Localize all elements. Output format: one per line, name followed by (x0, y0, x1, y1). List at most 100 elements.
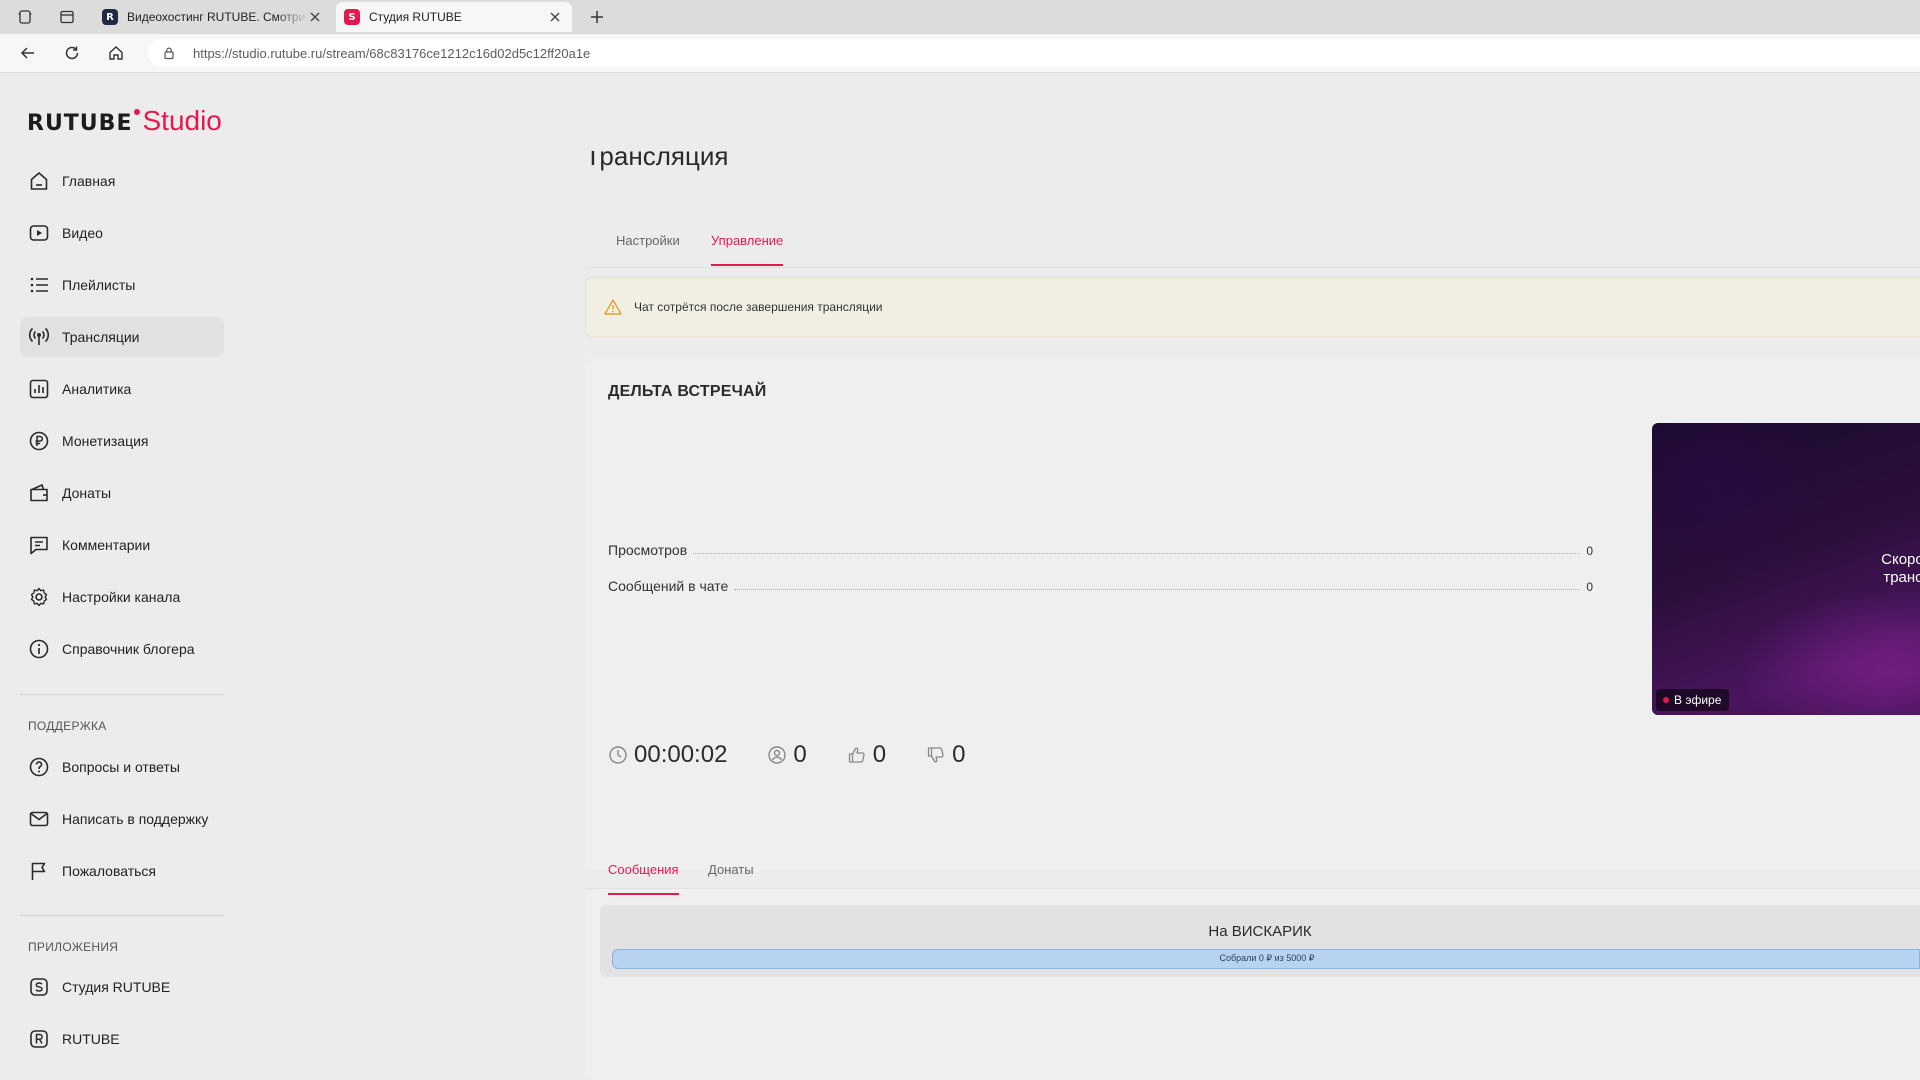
url-field[interactable]: https://studio.rutube.ru/stream/68c83176… (148, 39, 1920, 67)
likes-value: 0 (872, 741, 887, 768)
duration-counter: 00:00:02 (608, 741, 727, 769)
live-dot-icon (1663, 697, 1669, 703)
viewers-icon (768, 746, 787, 764)
goal-progress-bar: Собрали 0 ₽ из 5000 ₽ (612, 949, 1920, 969)
studio-app-icon (30, 978, 48, 996)
sidebar-item-channel-settings[interactable]: Настройки канала (20, 577, 224, 617)
sidebar-item-monetization[interactable]: Монетизация (20, 421, 224, 461)
duration-value: 00:00:02 (634, 741, 728, 768)
live-badge: В эфире (1656, 689, 1730, 711)
flag-icon (31, 862, 46, 880)
sidebar-section-support: ПОДДЕРЖКА (28, 719, 107, 733)
tab-title: Студия RUTUBE (369, 10, 462, 24)
lock-icon[interactable] (162, 46, 176, 60)
close-tab-icon[interactable] (548, 10, 562, 24)
chat-warning-banner: Чат сотрётся после завершения трансляции (585, 277, 1920, 337)
stream-counters: 00:00:02 0 0 0 (608, 740, 1006, 770)
sidebar-item-label: Главная (62, 173, 116, 189)
sidebar-item-broadcasts[interactable]: Трансляции (20, 317, 224, 357)
tab-title: Видеохостинг RUTUBE. Смотрите (127, 10, 308, 24)
sidebar-item-video[interactable]: Видео (20, 213, 224, 253)
sidebar-item-blogger-guide[interactable]: Справочник блогера (20, 629, 224, 669)
sidebar-item-label: Видео (62, 225, 103, 241)
sidebar-divider (20, 915, 224, 916)
stat-label: Сообщений в чате (608, 578, 729, 594)
sidebar-item-label: Комментарии (62, 537, 151, 553)
mail-icon (29, 811, 49, 827)
tab-settings[interactable]: Настройки (616, 233, 680, 264)
reload-icon[interactable] (63, 44, 81, 62)
sidebar-item-home[interactable]: Главная (20, 161, 224, 201)
stream-name: ДЕЛЬТА ВСТРЕЧАЙ (608, 383, 767, 400)
sidebar-item-label: Монетизация (62, 433, 149, 449)
sidebar-item-label: Плейлисты (62, 277, 136, 293)
home-browser-icon[interactable] (107, 44, 125, 62)
likes-counter: 0 (847, 741, 886, 769)
sidebar-item-label: Написать в поддержку (62, 811, 209, 827)
dislike-icon (927, 747, 944, 763)
preview-soon-text: Скоро здесь трансляция (1844, 551, 1920, 587)
logo-dot (134, 109, 141, 115)
sidebar-item-label: Студия RUTUBE (62, 979, 171, 995)
sidebar-item-label: Трансляции (62, 329, 140, 345)
comment-icon (30, 536, 48, 555)
browser-tab-rutube[interactable]: R Видеохостинг RUTUBE. Смотрите (94, 2, 332, 32)
goal-title: На ВИСКАРИК (1208, 923, 1312, 940)
close-tab-icon[interactable] (308, 10, 322, 24)
sidebar-item-studio-app[interactable]: Студия RUTUBE (20, 967, 224, 1007)
sidebar-item-label: Пожаловаться (62, 863, 157, 879)
sidebar-item-donations[interactable]: Донаты (20, 473, 224, 513)
sidebar-item-analytics[interactable]: Аналитика (20, 369, 224, 409)
sidebar-item-label: Настройки канала (62, 589, 181, 605)
goal-progress-text: Собрали 0 ₽ из 5000 ₽ (1219, 953, 1315, 963)
warning-text: Чат сотрётся после завершения трансляции (634, 300, 883, 314)
studio-app: RUTUBE Studio Главная Видео Плейлисты Тр… (0, 73, 1920, 1080)
tab-actions-icon[interactable] (59, 9, 75, 25)
sidebar-item-label: Донаты (62, 485, 112, 501)
list-icon (30, 277, 48, 293)
tabs-underline (585, 267, 1920, 268)
sidebar-item-faq[interactable]: Вопросы и ответы (20, 747, 224, 787)
browser-tab-studio[interactable]: S Студия RUTUBE (336, 2, 572, 32)
donation-goal: На ВИСКАРИК Собрали 0 ₽ из 5000 ₽ (600, 905, 1920, 977)
tab-management[interactable]: Управление (711, 233, 784, 266)
chat-tabs-underline (585, 888, 1920, 889)
sidebar-item-contact-support[interactable]: Написать в поддержку (20, 799, 224, 839)
sidebar-item-playlists[interactable]: Плейлисты (20, 265, 224, 305)
back-icon[interactable] (19, 44, 37, 62)
dislikes-value: 0 (952, 741, 966, 768)
sidebar-item-rutube-app[interactable]: RUTUBE (20, 1019, 224, 1059)
stat-chat-messages: Сообщений в чате 0 (608, 574, 1593, 594)
ruble-icon (29, 431, 49, 451)
preview-text-line2: трансляция (1883, 569, 1920, 586)
sidebar-item-label: Вопросы и ответы (62, 759, 180, 775)
chart-icon (29, 379, 49, 399)
like-icon (848, 747, 865, 763)
stream-preview[interactable]: Скоро здесь трансляция В эфире (1652, 423, 1920, 715)
question-icon (29, 757, 49, 777)
info-icon (29, 639, 49, 659)
viewers-value: 0 (793, 741, 807, 768)
video-icon (29, 225, 49, 241)
tab-messages[interactable]: Сообщения (608, 862, 679, 895)
sidebar-item-comments[interactable]: Комментарии (20, 525, 224, 565)
workspaces-icon[interactable] (17, 9, 33, 25)
sidebar-item-label: Справочник блогера (62, 641, 195, 657)
stat-value: 0 (1586, 580, 1593, 594)
sidebar-divider (20, 694, 224, 695)
url-text: https://studio.rutube.ru/stream/68c83176… (193, 46, 591, 61)
new-tab-icon[interactable] (588, 8, 606, 26)
rutube-studio-logo[interactable]: RUTUBE Studio (27, 105, 222, 137)
rutube-app-icon (30, 1030, 48, 1048)
broadcast-icon (28, 327, 50, 345)
stat-label: Просмотров (608, 542, 688, 558)
sidebar-item-report[interactable]: Пожаловаться (20, 851, 224, 891)
sidebar-section-apps: ПРИЛОЖЕНИЯ (28, 940, 119, 954)
stat-dots (734, 589, 1581, 590)
home-icon (30, 172, 48, 190)
rutube-favicon-icon: R (102, 9, 118, 25)
studio-favicon-icon: S (344, 9, 360, 25)
stat-dots (693, 553, 1581, 554)
dislikes-counter: 0 (926, 741, 966, 769)
sidebar-item-label: RUTUBE (62, 1031, 120, 1047)
